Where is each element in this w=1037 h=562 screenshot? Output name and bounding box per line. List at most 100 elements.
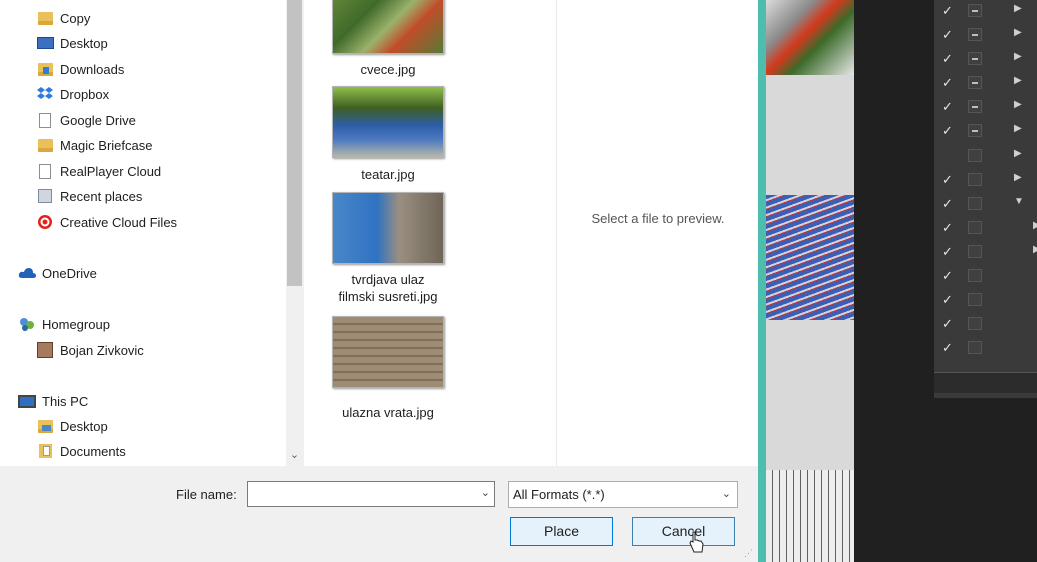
file-format-select[interactable]: All Formats (*.*) ⌄ [508,481,738,508]
lock-toggle[interactable] [968,124,982,137]
visibility-check-icon[interactable]: ✓ [942,220,953,236]
expand-arrow-icon[interactable]: ▶ [1014,27,1022,38]
visibility-check-icon[interactable]: ✓ [942,196,953,212]
nav-item-label: OneDrive [42,265,97,281]
lock-toggle[interactable] [968,100,982,113]
lock-toggle[interactable] [968,317,982,330]
visibility-check-icon[interactable]: ✓ [942,27,953,43]
layer-row[interactable]: ✓ ▶ [934,96,1037,120]
nav-scrollbar[interactable]: ⌄ [286,0,303,466]
expand-arrow-icon[interactable]: ▶ [1014,172,1022,183]
nav-item-copy[interactable]: Copy [36,7,90,29]
collapse-arrow-icon[interactable]: ▼ [1014,196,1024,207]
scroll-down-arrow-icon[interactable]: ⌄ [286,446,303,464]
nav-item-label: Downloads [60,61,125,77]
nav-item-onedrive[interactable]: OneDrive [18,262,97,284]
thumbnail-cvece[interactable] [332,0,444,54]
visibility-check-icon[interactable]: ✓ [942,123,953,139]
lock-toggle[interactable] [968,76,982,89]
nav-item-downloads[interactable]: Downloads [36,58,124,80]
lock-toggle[interactable] [968,4,982,17]
layer-row[interactable]: ▶ [934,145,1037,169]
layer-row[interactable]: ✓ ▶ [934,169,1037,193]
lock-toggle[interactable] [968,149,982,162]
mouse-pointer-icon [689,531,704,553]
layer-row[interactable]: ✓ [934,337,1037,361]
nav-item-creative-cloud-files[interactable]: Creative Cloud Files [36,211,177,233]
lock-toggle[interactable] [968,293,982,306]
layer-row[interactable]: ✓ ▶ [934,0,1037,24]
window-edge-accent [758,0,766,562]
visibility-check-icon[interactable]: ✓ [942,316,953,332]
cancel-button[interactable]: Cancel [632,517,735,546]
nav-item-magic-briefcase[interactable]: Magic Briefcase [36,134,152,156]
visibility-check-icon[interactable]: ✓ [942,51,953,67]
nav-item-desktop[interactable]: Desktop [36,32,108,54]
desktop-icon [36,35,54,51]
expand-arrow-icon[interactable]: ▶ [1014,99,1022,110]
nav-item-recent-places[interactable]: Recent places [36,185,142,207]
file-name-label[interactable]: tvrdjava ulaz filmski susreti.jpg [304,271,472,305]
layer-row[interactable]: ✓ ▶ [934,24,1037,48]
nav-item-this-pc[interactable]: This PC [18,390,88,412]
visibility-check-icon[interactable]: ✓ [942,75,953,91]
nav-item-realplayer-cloud[interactable]: RealPlayer Cloud [36,160,161,182]
visibility-check-icon[interactable]: ✓ [942,292,953,308]
nav-item-bojan-zivkovic[interactable]: Bojan Zivkovic [36,339,144,361]
thumbnail-teatar[interactable] [332,86,444,158]
nav-item-this-pc-desktop[interactable]: Desktop [36,415,108,437]
layer-row[interactable]: ✓ ▶ [934,241,1037,265]
chevron-down-icon[interactable]: ⌄ [481,486,490,499]
file-icon [36,163,54,179]
lock-toggle[interactable] [968,197,982,210]
lock-toggle[interactable] [968,173,982,186]
file-name-label[interactable]: ulazna vrata.jpg [304,404,472,421]
place-button[interactable]: Place [510,517,613,546]
chevron-down-icon[interactable]: ⌄ [722,487,731,500]
expand-arrow-icon[interactable]: ▶ [1014,51,1022,62]
expand-arrow-icon[interactable]: ▶ [1014,3,1022,14]
visibility-check-icon[interactable]: ✓ [942,244,953,260]
lock-toggle[interactable] [968,245,982,258]
thumbnail-tvrdjava-ulaz[interactable] [332,192,444,264]
navigation-pane[interactable]: Copy Desktop Downloads Dropbox Google Dr… [0,0,303,466]
lock-toggle[interactable] [968,341,982,354]
visibility-check-icon[interactable]: ✓ [942,99,953,115]
layer-row[interactable]: ✓ ▶ [934,48,1037,72]
resize-grip-icon[interactable]: ⋰ [744,548,754,559]
file-name-label[interactable]: teatar.jpg [304,166,472,183]
layer-row[interactable]: ✓ [934,289,1037,313]
visibility-check-icon[interactable]: ✓ [942,172,953,188]
expand-arrow-icon[interactable]: ▶ [1014,123,1022,134]
visibility-check-icon[interactable]: ✓ [942,268,953,284]
lock-toggle[interactable] [968,221,982,234]
nav-scrollbar-thumb[interactable] [287,0,302,286]
visibility-check-icon[interactable]: ✓ [942,3,953,19]
lock-toggle[interactable] [968,28,982,41]
file-name-label[interactable]: cvece.jpg [304,61,472,78]
documents-folder-icon [36,443,54,459]
expand-arrow-icon[interactable]: ▶ [1033,244,1037,255]
thumbnail-ulazna-vrata[interactable] [332,316,444,388]
layer-row[interactable]: ✓ [934,313,1037,337]
lock-toggle[interactable] [968,52,982,65]
dropbox-icon [36,86,54,102]
layer-row[interactable]: ✓ [934,265,1037,289]
layer-row[interactable]: ✓ ▼ [934,193,1037,217]
expand-arrow-icon[interactable]: ▶ [1014,148,1022,159]
user-avatar-icon [36,342,54,358]
lock-toggle[interactable] [968,269,982,282]
file-name-input[interactable]: ⌄ [247,481,495,507]
expand-arrow-icon[interactable]: ▶ [1014,75,1022,86]
nav-item-google-drive[interactable]: Google Drive [36,109,136,131]
expand-arrow-icon[interactable]: ▶ [1033,220,1037,231]
desktop-folder-icon [36,418,54,434]
layer-row[interactable]: ✓ ▶ [934,120,1037,144]
nav-item-documents[interactable]: Documents [36,440,126,462]
visibility-check-icon[interactable]: ✓ [942,340,953,356]
layer-row[interactable]: ✓ ▶ [934,217,1037,241]
downloads-folder-icon [36,61,54,77]
layer-row[interactable]: ✓ ▶ [934,72,1037,96]
nav-item-dropbox[interactable]: Dropbox [36,83,109,105]
nav-item-homegroup[interactable]: Homegroup [18,313,110,335]
